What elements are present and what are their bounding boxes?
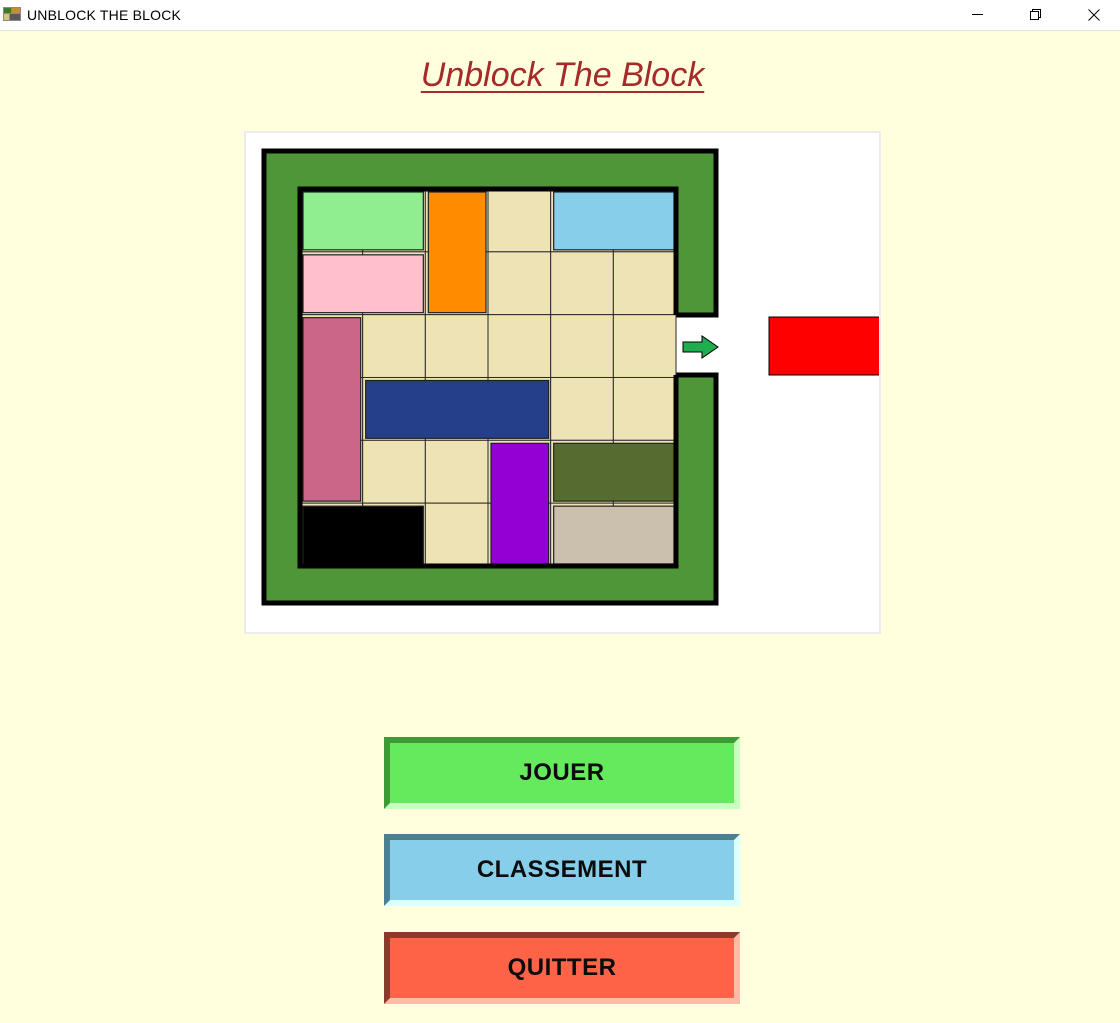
board-cell bbox=[487, 251, 552, 316]
board-cell bbox=[424, 314, 489, 378]
navy-block[interactable] bbox=[365, 379, 550, 439]
red-target-block[interactable] bbox=[768, 316, 879, 376]
board-cell bbox=[550, 376, 614, 441]
board-cell bbox=[424, 439, 489, 504]
board-cell bbox=[612, 251, 677, 316]
purple-block[interactable] bbox=[490, 442, 550, 565]
olive-block[interactable] bbox=[553, 442, 675, 502]
quit-button[interactable]: QUITTER bbox=[384, 932, 740, 1004]
exit-arrow-icon bbox=[682, 335, 719, 359]
page-title: Unblock The Block bbox=[420, 56, 705, 94]
game-board-panel bbox=[244, 131, 881, 634]
game-board bbox=[261, 148, 879, 606]
minimize-button[interactable] bbox=[955, 0, 1001, 30]
beige-block[interactable] bbox=[553, 505, 675, 565]
board-cell bbox=[550, 251, 614, 316]
board-cell bbox=[424, 502, 489, 567]
board-cell bbox=[487, 314, 552, 378]
close-icon bbox=[1088, 9, 1100, 21]
ranking-button[interactable]: CLASSEMENT bbox=[384, 834, 740, 906]
ranking-button-label: CLASSEMENT bbox=[476, 856, 648, 883]
board-cell bbox=[487, 188, 552, 253]
minimize-icon bbox=[972, 14, 983, 15]
play-button-label: JOUER bbox=[519, 759, 605, 786]
rose-block[interactable] bbox=[302, 317, 362, 502]
window-titlebar: UNBLOCK THE BLOCK bbox=[0, 0, 1120, 31]
restore-button[interactable] bbox=[1013, 0, 1059, 30]
board-cell bbox=[612, 376, 677, 441]
orange-block[interactable] bbox=[427, 191, 487, 314]
restore-icon bbox=[1030, 9, 1041, 20]
board-cell bbox=[362, 439, 426, 504]
black-block[interactable] bbox=[302, 505, 424, 565]
app-icon bbox=[3, 7, 21, 21]
light-green-block[interactable] bbox=[302, 191, 424, 251]
pink-block[interactable] bbox=[302, 254, 424, 314]
play-button[interactable]: JOUER bbox=[384, 737, 740, 809]
board-cell bbox=[612, 314, 677, 378]
sky-blue-block[interactable] bbox=[553, 191, 675, 251]
board-cell bbox=[550, 314, 614, 378]
close-button[interactable] bbox=[1071, 0, 1117, 30]
window-title: UNBLOCK THE BLOCK bbox=[27, 7, 182, 23]
board-cell bbox=[362, 314, 426, 378]
quit-button-label: QUITTER bbox=[507, 954, 617, 981]
